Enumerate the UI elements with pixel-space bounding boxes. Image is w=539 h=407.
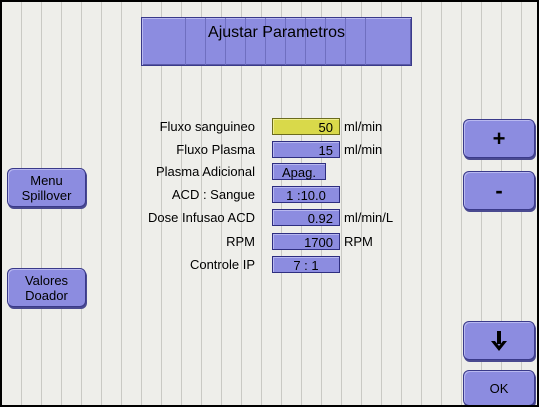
param-unit-acd-infusion-dose: ml/min/L [344, 210, 394, 225]
param-value-acd-infusion-dose[interactable]: 0.92 [272, 209, 340, 226]
menu-spillover-label-1: Menu [30, 172, 63, 188]
donor-values-label-1: Valores [24, 272, 69, 288]
param-label-rpm: RPM [226, 234, 255, 249]
increment-label: + [492, 126, 506, 151]
param-value-blood-flow[interactable]: 50 [272, 118, 340, 135]
param-unit-plasma-flow: ml/min [344, 142, 383, 157]
param-label-additional-plasma: Plasma Adicional [156, 164, 255, 179]
page-title: Ajustar Parametros [208, 24, 345, 41]
param-label-ip-control: Controle IP [189, 257, 255, 272]
menu-spillover-label-2: Spillover [21, 187, 72, 203]
down-arrow-icon [490, 330, 508, 352]
decrement-button[interactable]: - [463, 171, 535, 210]
next-field-button[interactable] [463, 321, 535, 360]
ok-button[interactable]: OK [463, 370, 535, 405]
menu-spillover-button[interactable]: Menu Spillover [7, 168, 86, 207]
decrement-label: - [495, 178, 503, 203]
param-value-acd-blood[interactable]: 1 :10.0 [272, 186, 340, 203]
param-unit-blood-flow: ml/min [344, 119, 383, 134]
param-unit-rpm: RPM [344, 234, 373, 249]
increment-button[interactable]: + [463, 119, 535, 158]
ok-label: OK [489, 380, 509, 396]
donor-values-button[interactable]: Valores Doador [7, 268, 86, 307]
donor-values-label-2: Doador [25, 287, 68, 303]
param-value-rpm[interactable]: 1700 [272, 233, 340, 250]
page-title-bar: Ajustar Parametros [141, 17, 412, 66]
param-label-plasma-flow: Fluxo Plasma [176, 142, 255, 157]
param-label-blood-flow: Fluxo sanguineo [159, 119, 255, 134]
param-label-acd-infusion-dose: Dose Infusao ACD [148, 210, 255, 225]
param-label-acd-blood: ACD : Sangue [171, 187, 255, 202]
param-value-ip-control[interactable]: 7 : 1 [272, 256, 340, 273]
screen: Ajustar Parametros Menu Spillover Valore… [0, 0, 539, 407]
param-value-plasma-flow[interactable]: 15 [272, 141, 340, 158]
param-value-additional-plasma[interactable]: Apag. [272, 163, 326, 180]
